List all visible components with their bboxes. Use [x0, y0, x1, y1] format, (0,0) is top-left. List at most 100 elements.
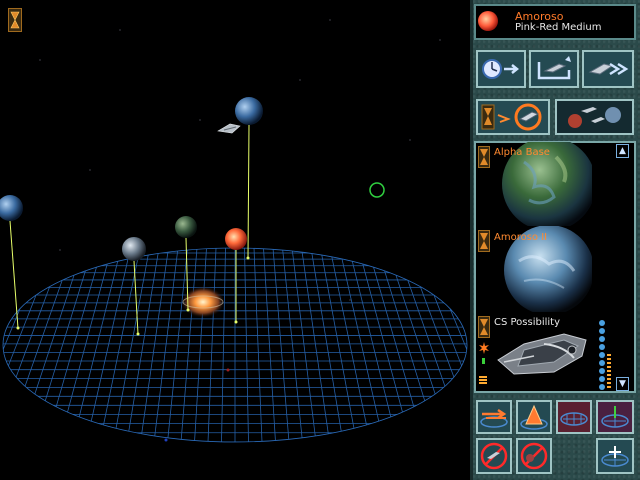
grid-line: [272, 248, 290, 442]
background-star: [409, 139, 411, 141]
star-system-scene[interactable]: [0, 0, 470, 480]
grid-line: [358, 248, 411, 442]
grid-line: [72, 248, 122, 442]
star-class: Pink-Red Medium: [515, 22, 602, 33]
grid-line: [291, 248, 317, 442]
grid-toggle-icon: [560, 412, 588, 426]
planet-far-left-base: [16, 326, 20, 330]
background-star: [119, 29, 121, 31]
hourglass-icon[interactable]: [8, 8, 22, 32]
grid-line: [377, 248, 438, 442]
grid-line: [153, 248, 179, 442]
fast-forward-ship-icon: [588, 62, 629, 76]
ship-status-icons: [479, 342, 489, 384]
grid-line: [3, 248, 55, 442]
grid-line: [405, 248, 467, 442]
planet-middle-base: [186, 308, 190, 312]
scroll-down-button[interactable]: ▼: [616, 377, 629, 391]
background-star: [349, 299, 351, 301]
target-view-button[interactable]: [476, 99, 550, 135]
alpha-base-hourglass-icon[interactable]: [478, 146, 490, 168]
grid-toggle-button[interactable]: [556, 400, 592, 434]
grid-line: [5, 248, 74, 442]
grid-center-button[interactable]: [596, 438, 634, 474]
planet-top-stalk: [247, 124, 250, 259]
grid-line: [18, 248, 84, 442]
amoroso-ii-hourglass-icon[interactable]: [478, 230, 490, 252]
grid-line: [180, 248, 198, 442]
rotate-view-button[interactable]: [476, 400, 512, 434]
navigation-grid: [3, 248, 467, 442]
grid-marker: [164, 438, 168, 442]
grid-axis-button[interactable]: [596, 400, 634, 434]
grid-line: [244, 248, 249, 442]
grid-line: [99, 248, 141, 442]
move-ship-icon: [537, 56, 571, 80]
grid-center-icon: [601, 446, 629, 467]
no-ships-button[interactable]: [516, 438, 552, 474]
grid-line: [263, 248, 276, 442]
background-star: [199, 119, 201, 121]
planet-amoroso-base: [234, 320, 238, 324]
grid-line: [207, 248, 217, 442]
grid-line: [367, 248, 425, 442]
zoom-view-icon: [520, 404, 548, 430]
grid-line: [329, 248, 371, 442]
grid-line: [386, 248, 452, 442]
zoom-view-button[interactable]: [516, 400, 552, 434]
grid-line: [86, 248, 131, 442]
ship-image[interactable]: [494, 326, 592, 388]
grid-line: [194, 248, 207, 442]
planet-top-base: [246, 256, 250, 260]
planet-far-left[interactable]: [0, 195, 23, 221]
grid-axis-icon: [601, 406, 629, 428]
planet-left-base: [136, 332, 140, 336]
grid-line: [3, 248, 65, 442]
background-star: [439, 39, 441, 41]
ship-hourglass-icon[interactable]: [478, 316, 490, 338]
grid-line: [396, 248, 465, 442]
grid-line: [282, 248, 303, 442]
grid-line: [59, 248, 112, 442]
planet-left-stalk: [133, 260, 139, 335]
grid-marker: [226, 368, 230, 372]
grid-line: [221, 248, 226, 442]
background-star: [329, 19, 331, 21]
planet-amoroso[interactable]: [225, 228, 247, 250]
grid-line: [3, 248, 27, 442]
rotate-view-icon: [480, 408, 508, 428]
planet-far-left-stalk: [9, 220, 19, 329]
grid-line: [32, 248, 93, 442]
planet-middle[interactable]: [175, 216, 197, 238]
star-icon: [478, 11, 498, 31]
grid-line: [339, 248, 384, 442]
no-orbits-button[interactable]: [476, 438, 512, 474]
planets-view-button[interactable]: [555, 99, 634, 135]
grid-line: [348, 248, 398, 442]
background-star: [299, 79, 301, 81]
grid-line: [45, 248, 103, 442]
grid-line: [415, 248, 467, 442]
grid-line: [424, 248, 467, 442]
time-advance-icon: [482, 59, 520, 79]
fast-forward-ship-button[interactable]: [582, 50, 634, 88]
no-ships-icon: [520, 442, 548, 470]
ship-capacity-indicator: [599, 320, 611, 390]
background-star: [89, 169, 91, 171]
scroll-up-button[interactable]: ▲: [616, 144, 629, 158]
target-cursor[interactable]: [369, 182, 385, 198]
background-star: [59, 249, 61, 251]
grid-line: [253, 248, 263, 442]
star-system-view[interactable]: [0, 0, 470, 480]
list-item-label[interactable]: Amoroso II: [494, 232, 547, 244]
grid-line: [167, 248, 188, 442]
list-item-label[interactable]: Alpha Base: [494, 147, 550, 159]
planet-left[interactable]: [122, 237, 146, 261]
grid-line: [443, 248, 467, 442]
planet-top[interactable]: [235, 97, 263, 125]
background-star: [39, 59, 41, 61]
hourglass-target-icon: [481, 103, 542, 131]
no-orbits-icon: [480, 442, 508, 470]
move-ship-button[interactable]: [529, 50, 579, 88]
time-advance-button[interactable]: [476, 50, 526, 88]
